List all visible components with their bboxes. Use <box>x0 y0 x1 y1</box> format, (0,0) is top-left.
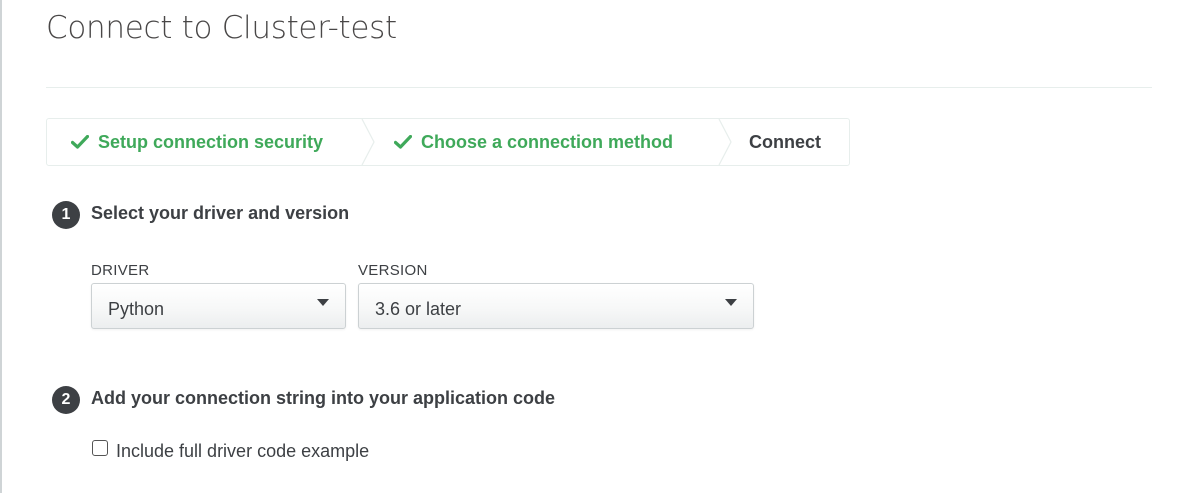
driver-label: DRIVER <box>91 262 150 279</box>
caret-down-icon <box>725 299 737 306</box>
version-select[interactable]: 3.6 or later <box>358 283 754 329</box>
step-label: Connect <box>749 132 821 152</box>
step-setup-connection-security[interactable]: Setup connection security <box>71 119 323 165</box>
step-choose-connection-method[interactable]: Choose a connection method <box>394 119 673 165</box>
include-driver-code-label[interactable]: Include full driver code example <box>116 441 369 462</box>
step-label: Setup connection security <box>98 132 324 152</box>
title-divider <box>46 87 1152 88</box>
include-driver-code-checkbox[interactable] <box>92 440 108 456</box>
step-label: Choose a connection method <box>421 132 674 152</box>
step-connect[interactable]: Connect <box>749 119 821 165</box>
checkmark-icon <box>71 134 89 149</box>
caret-down-icon <box>317 299 329 306</box>
modal-title: Connect to Cluster-test <box>46 10 397 46</box>
left-border <box>0 0 2 493</box>
chevron-right-icon <box>361 119 375 165</box>
section-title-connection-string: Add your connection string into your app… <box>91 388 556 408</box>
version-selected-value: 3.6 or later <box>375 299 462 319</box>
checkmark-icon <box>394 134 412 149</box>
step-number-badge: 2 <box>52 386 80 414</box>
driver-selected-value: Python <box>108 299 165 319</box>
connection-stepper: Setup connection security Choose a conne… <box>46 118 850 166</box>
step-number-badge: 1 <box>52 201 80 229</box>
chevron-right-icon <box>718 119 732 165</box>
section-title-driver: Select your driver and version <box>91 203 350 223</box>
version-label: VERSION <box>358 262 428 279</box>
driver-select[interactable]: Python <box>91 283 346 329</box>
